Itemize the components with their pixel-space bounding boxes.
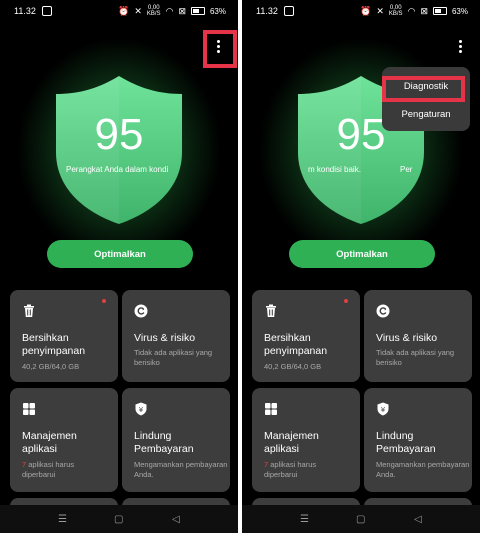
status-bar: 11.32 ⏰ ✕ 0,00 KB/S ◠ ⊠ 63% <box>0 0 238 22</box>
trash-icon <box>24 304 34 317</box>
menu-item-settings[interactable]: Pengaturan <box>382 109 470 120</box>
card-subtitle: Mengamankan pembayaran Anda. <box>376 460 470 479</box>
navigation-bar: ☰ ▢ ◁ <box>242 505 480 533</box>
mute-icon: ✕ <box>134 6 142 16</box>
navigation-bar: ☰ ▢ ◁ <box>0 505 238 533</box>
battery-percent: 63% <box>451 6 468 16</box>
card-subtitle: Tidak ada aplikasi yang berisiko <box>376 348 455 367</box>
no-signal-icon: ⊠ <box>420 6 428 16</box>
svg-text:¥: ¥ <box>139 406 144 414</box>
status-time: 11.32 <box>256 6 278 16</box>
battery-icon <box>190 7 205 15</box>
virus-scan-icon <box>134 304 148 318</box>
security-score: 95 <box>94 110 144 159</box>
card-title: Manajemen aplikasi <box>22 430 77 455</box>
shield-message: Perangkat Anda dalam kondi <box>66 165 169 174</box>
notification-icon <box>284 6 294 16</box>
wifi-icon: ◠ <box>165 6 174 16</box>
alert-dot <box>344 299 348 303</box>
optimize-button[interactable]: Optimalkan <box>47 240 193 268</box>
card-title: Virus & risiko <box>134 332 196 344</box>
apps-grid-icon <box>23 403 35 415</box>
menu-nav-icon[interactable]: ☰ <box>58 514 67 525</box>
alert-dot <box>102 299 106 303</box>
trash-icon <box>266 304 276 317</box>
phone-screen-right: 11.32 ⏰ ✕ 0,00 KB/S ◠ ⊠ 63% 95 m kondisi … <box>242 0 480 533</box>
network-speed: 0,00 KB/S <box>388 5 403 17</box>
virus-risk-card[interactable]: Virus & risiko Tidak ada aplikasi yang be… <box>364 290 472 382</box>
clean-storage-card[interactable]: Bersihkan penyimpanan 40,2 GB/64,0 GB <box>252 290 360 382</box>
home-nav-icon[interactable]: ▢ <box>114 514 123 525</box>
status-time: 11.32 <box>14 6 36 16</box>
shield-message-next: Per <box>400 165 413 174</box>
payment-protection-card[interactable]: ¥ Lindung Pembayaran Mengamankan pembayar… <box>122 388 230 492</box>
card-subtitle: 7 aplikasi harus diperbarui <box>22 460 75 479</box>
payment-protection-card[interactable]: ¥ Lindung Pembayaran Mengamankan pembayar… <box>364 388 472 492</box>
app-management-card[interactable]: Manajemen aplikasi 7 aplikasi harus diperb… <box>252 388 360 492</box>
back-nav-icon[interactable]: ◁ <box>414 514 422 525</box>
app-management-card[interactable]: Manajemen aplikasi 7 aplikasi harus diperb… <box>10 388 118 492</box>
alarm-icon: ⏰ <box>360 6 372 16</box>
status-bar: 11.32 ⏰ ✕ 0,00 KB/S ◠ ⊠ 63% <box>242 0 480 22</box>
clean-storage-card[interactable]: Bersihkan penyimpanan 40,2 GB/64,0 GB <box>10 290 118 382</box>
card-title: Bersihkan penyimpanan <box>264 332 328 357</box>
status-icons: ⏰ ✕ 0,00 KB/S ◠ ⊠ 63% <box>360 5 468 17</box>
status-icons: ⏰ ✕ 0,00 KB/S ◠ ⊠ 63% <box>118 5 226 17</box>
shield-message: m kondisi baik. <box>308 165 361 174</box>
card-title: Bersihkan penyimpanan <box>22 332 86 357</box>
menu-nav-icon[interactable]: ☰ <box>300 514 309 525</box>
wifi-icon: ◠ <box>407 6 416 16</box>
network-speed: 0,00 KB/S <box>146 5 161 17</box>
battery-icon <box>432 7 447 15</box>
card-subtitle: 40,2 GB/64,0 GB <box>22 362 80 371</box>
card-title: Lindung Pembayaran <box>376 430 436 455</box>
svg-text:¥: ¥ <box>381 406 386 414</box>
alarm-icon: ⏰ <box>118 6 130 16</box>
home-nav-icon[interactable]: ▢ <box>356 514 365 525</box>
card-subtitle: Mengamankan pembayaran Anda. <box>134 460 228 479</box>
card-title: Lindung Pembayaran <box>134 430 194 455</box>
card-subtitle: 7 aplikasi harus diperbarui <box>264 460 317 479</box>
back-nav-icon[interactable]: ◁ <box>172 514 180 525</box>
battery-percent: 63% <box>209 6 226 16</box>
apps-grid-icon <box>265 403 277 415</box>
card-subtitle: 40,2 GB/64,0 GB <box>264 362 322 371</box>
highlight-box <box>382 76 465 102</box>
virus-risk-card[interactable]: Virus & risiko Tidak ada aplikasi yang be… <box>122 290 230 382</box>
optimize-button[interactable]: Optimalkan <box>289 240 435 268</box>
mute-icon: ✕ <box>376 6 384 16</box>
card-title: Manajemen aplikasi <box>264 430 319 455</box>
notification-icon <box>42 6 52 16</box>
card-subtitle: Tidak ada aplikasi yang berisiko <box>134 348 213 367</box>
no-signal-icon: ⊠ <box>178 6 186 16</box>
payment-shield-icon: ¥ <box>135 402 147 416</box>
phone-screen-left: 11.32 ⏰ ✕ 0,00 KB/S ◠ ⊠ 63% 95 Perangkat … <box>0 0 238 533</box>
virus-scan-icon <box>376 304 390 318</box>
payment-shield-icon: ¥ <box>377 402 389 416</box>
card-title: Virus & risiko <box>376 332 438 344</box>
